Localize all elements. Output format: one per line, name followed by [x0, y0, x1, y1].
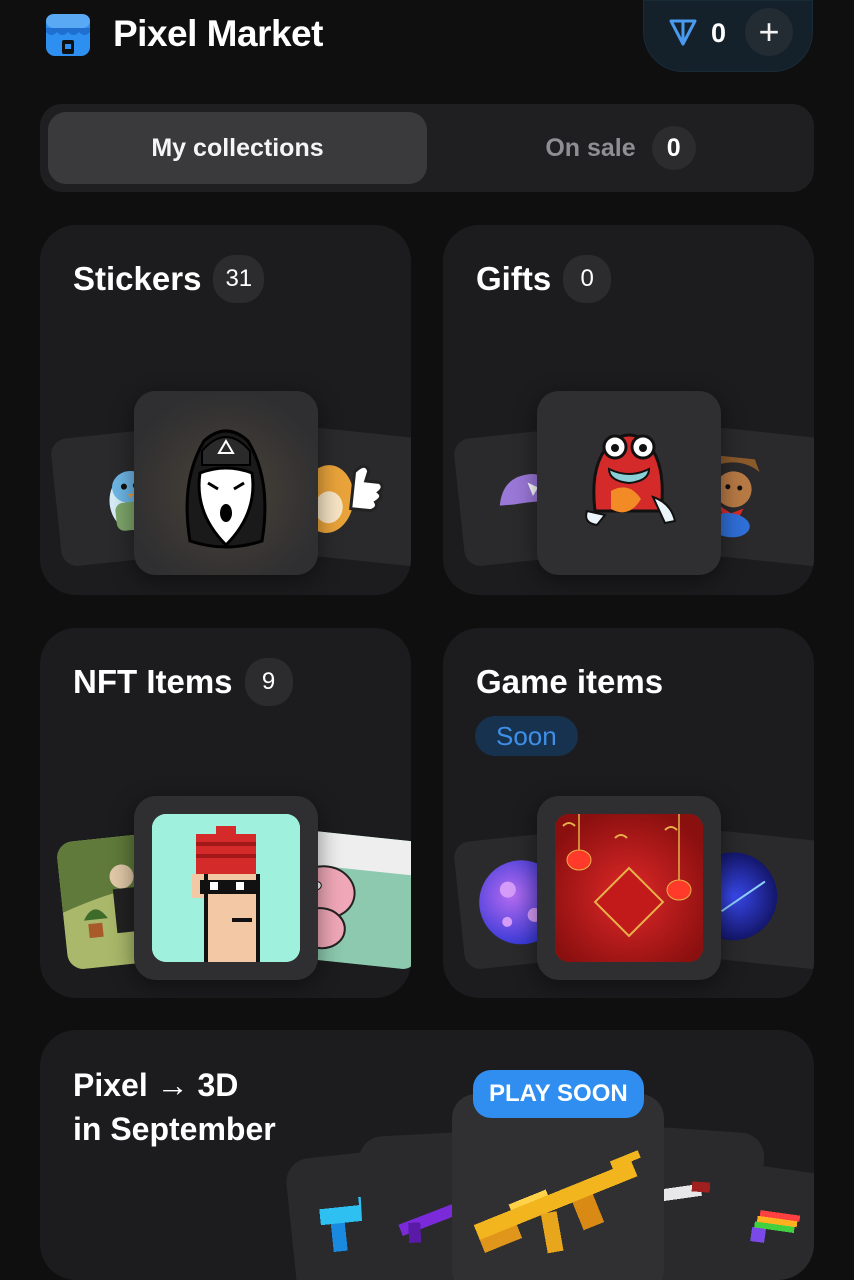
pixel-3d-promo-card[interactable]: Pixel → 3D in September PLAY SOON	[40, 1030, 814, 1280]
golden-rifle-thumb	[452, 1094, 664, 1280]
soon-badge: Soon	[475, 716, 578, 756]
tab-my-collections[interactable]: My collections	[48, 112, 427, 184]
promo-title-line1: Pixel → 3D	[73, 1067, 239, 1103]
tab-on-sale[interactable]: On sale 0	[435, 112, 806, 184]
add-funds-button[interactable]: +	[745, 8, 793, 56]
nft-items-card[interactable]: NFT Items 9	[40, 628, 411, 998]
promo-title-line2: in September	[73, 1111, 276, 1147]
ton-icon	[669, 19, 697, 46]
tab-on-sale-label: On sale	[545, 133, 636, 162]
app-header: Pixel Market 0 +	[0, 0, 854, 80]
game-items-title: Game items	[476, 663, 664, 700]
app-title: Pixel Market	[113, 13, 323, 54]
play-soon-badge: PLAY SOON	[473, 1070, 644, 1118]
red-lantern-thumb	[537, 796, 721, 980]
stickers-card[interactable]: Stickers 31	[40, 225, 411, 595]
game-items-card[interactable]: Game items Soon	[443, 628, 814, 998]
on-sale-count-badge: 0	[651, 126, 696, 170]
stickers-count-badge: 31	[213, 255, 265, 303]
gifts-count-badge: 0	[563, 255, 612, 303]
collection-tabs: My collections On sale 0	[40, 104, 814, 192]
frog-gift-thumb	[537, 391, 721, 575]
gifts-card[interactable]: Gifts 0	[443, 225, 814, 595]
wallet-balance[interactable]: 0 +	[643, 0, 813, 72]
stickers-title: Stickers	[73, 260, 202, 297]
balance-amount: 0	[711, 18, 727, 48]
hooded-sticker-thumb	[134, 391, 318, 575]
shop-logo-icon	[46, 14, 90, 56]
nft-items-title: NFT Items	[73, 663, 233, 700]
punk-nft-thumb	[134, 796, 318, 980]
nft-items-count-badge: 9	[244, 658, 293, 706]
gifts-title: Gifts	[476, 260, 552, 297]
